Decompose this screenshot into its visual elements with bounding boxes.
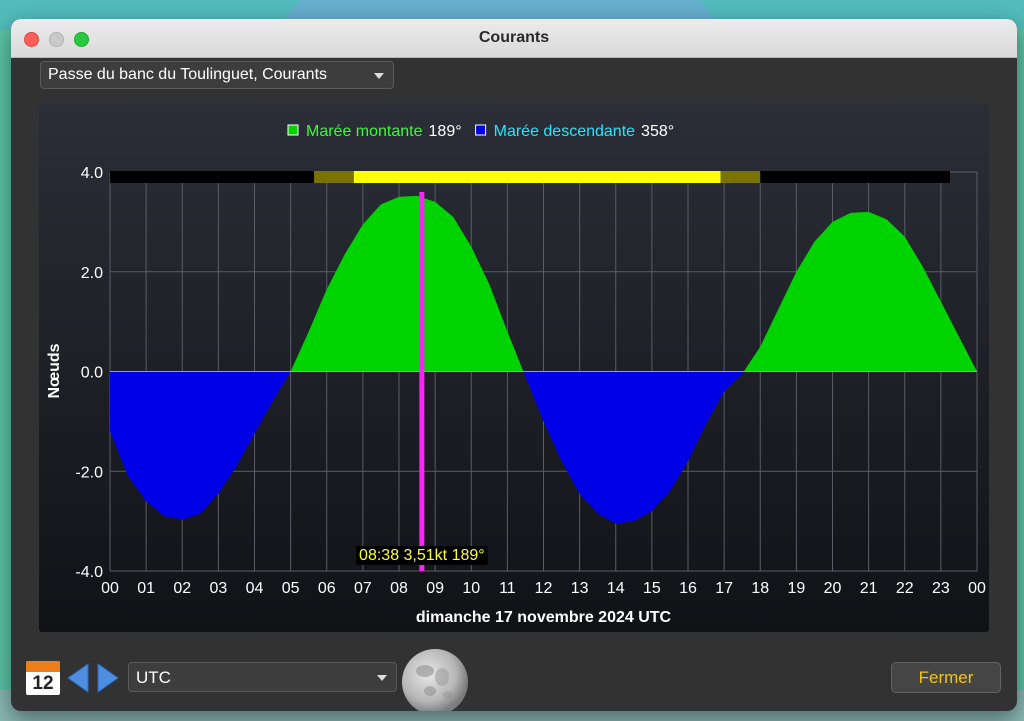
x-tick-label: 08 <box>390 580 408 597</box>
currents-window: Courants Passe du banc du Toulinguet, Co… <box>11 19 1017 711</box>
x-tick-label: 02 <box>173 580 191 597</box>
x-tick-label: 03 <box>209 580 227 597</box>
x-tick-label: 20 <box>824 580 842 597</box>
legend-swatch <box>475 124 487 136</box>
x-tick-label: 18 <box>751 580 769 597</box>
x-tick-label: 12 <box>535 580 553 597</box>
legend-series-value: 189° <box>429 123 462 140</box>
chevron-down-icon <box>374 73 384 79</box>
x-tick-label: 17 <box>715 580 733 597</box>
x-tick-label: 04 <box>246 580 264 597</box>
current-chart: 4.02.00.0-2.0-4.000 01 02 03 04 05 06 07 08 09 10 1… <box>46 123 986 626</box>
y-tick-label: -4.0 <box>75 564 103 581</box>
y-axis-label: Nœuds <box>46 343 63 398</box>
legend-series-value: 358° <box>641 123 674 140</box>
flood-current-area <box>290 195 524 372</box>
x-tick-label: 07 <box>354 580 372 597</box>
y-tick-label: 4.0 <box>81 165 103 182</box>
x-tick-label: 15 <box>643 580 661 597</box>
timezone-dropdown-value: UTC <box>136 668 171 687</box>
x-tick-label: 16 <box>679 580 697 597</box>
calendar-day: 12 <box>32 673 54 694</box>
x-tick-label: 13 <box>571 580 589 597</box>
x-tick-label: 06 <box>318 580 336 597</box>
ebb-current-area <box>110 371 291 520</box>
x-axis-label: dimanche 17 novembre 2024 UTC <box>416 609 672 626</box>
legend-swatch <box>287 124 299 136</box>
x-tick-label: 05 <box>282 580 300 597</box>
legend-series-name: Marée montante <box>306 123 423 140</box>
x-tick-label: 09 <box>426 580 444 597</box>
timezone-dropdown[interactable]: UTC <box>128 662 397 692</box>
moon-phase-icon <box>402 649 468 711</box>
close-button[interactable]: Fermer <box>891 662 1001 693</box>
current-chart-panel: 4.0 2.0 0.0 -2.0 -4.0 00 01 02 03 04 05 06 07 08 09 10 1… <box>39 104 989 632</box>
window-title: Courants <box>478 29 550 46</box>
x-tick-label: 14 <box>607 580 625 597</box>
cursor-label: 08:38 3,51kt 189° <box>359 547 485 564</box>
ebb-current-area <box>523 371 744 524</box>
x-tick-label: 00 <box>968 580 986 597</box>
calendar-icon[interactable]: 12 <box>26 661 60 695</box>
bottom-toolbar: 12 UTC Fermer <box>11 649 1017 711</box>
daylight-bar-segment <box>110 171 315 183</box>
station-dropdown-value: Passe du banc du Toulinguet, Courants <box>48 66 328 83</box>
daylight-bar-segment <box>720 171 761 183</box>
x-tick-label: 10 <box>462 580 480 597</box>
x-tick-label: 11 <box>499 580 516 597</box>
y-tick-label: -2.0 <box>75 464 103 481</box>
title-bar: Courants <box>11 19 1017 58</box>
x-tick-label: 22 <box>896 580 914 597</box>
previous-day-arrow-icon[interactable] <box>66 663 90 693</box>
daylight-bar-segment <box>760 171 950 183</box>
station-dropdown[interactable]: Passe du banc du Toulinguet, Courants <box>40 61 394 89</box>
y-tick-label: 2.0 <box>81 265 103 282</box>
next-day-arrow-icon[interactable] <box>96 663 120 693</box>
flood-current-area <box>743 211 977 372</box>
legend-series-name: Marée descendante <box>494 123 636 140</box>
x-tick-label: 21 <box>860 580 878 597</box>
x-tick-label: 23 <box>932 580 950 597</box>
x-tick-label: 19 <box>787 580 805 597</box>
x-tick-label: 00 <box>101 580 119 597</box>
daylight-bar-segment <box>314 171 354 183</box>
chevron-down-icon <box>377 675 387 681</box>
daylight-bar-segment <box>353 171 721 183</box>
x-tick-label: 01 <box>137 580 155 597</box>
y-tick-label: 0.0 <box>81 365 103 382</box>
